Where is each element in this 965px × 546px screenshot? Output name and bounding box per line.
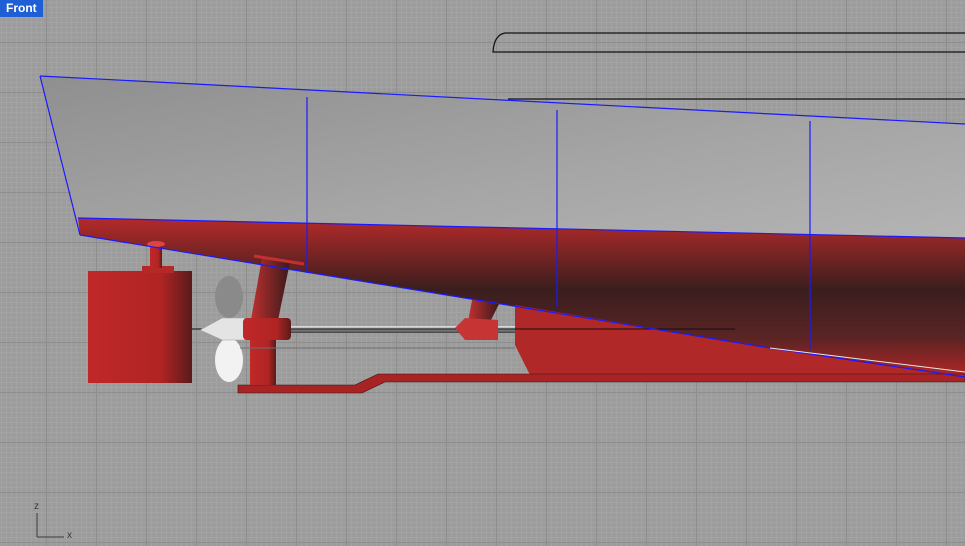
axis-triad-icon [36,513,64,538]
strut-leg [250,338,276,385]
rudder-box [88,271,192,383]
deckhouse-outline [492,32,965,53]
front-viewport[interactable]: Front z x [0,0,965,546]
model-scene[interactable] [0,0,965,546]
propeller-blade-lower [215,338,243,382]
propeller-hub [199,317,246,341]
viewport-title-tab[interactable]: Front [0,0,43,17]
z-axis-label: z [34,501,39,512]
shaft-bearing [455,318,498,340]
bottom-rail [237,373,965,394]
propeller-blade-upper [215,276,243,318]
strut-bearing [243,318,291,340]
x-axis-label: x [67,530,72,541]
